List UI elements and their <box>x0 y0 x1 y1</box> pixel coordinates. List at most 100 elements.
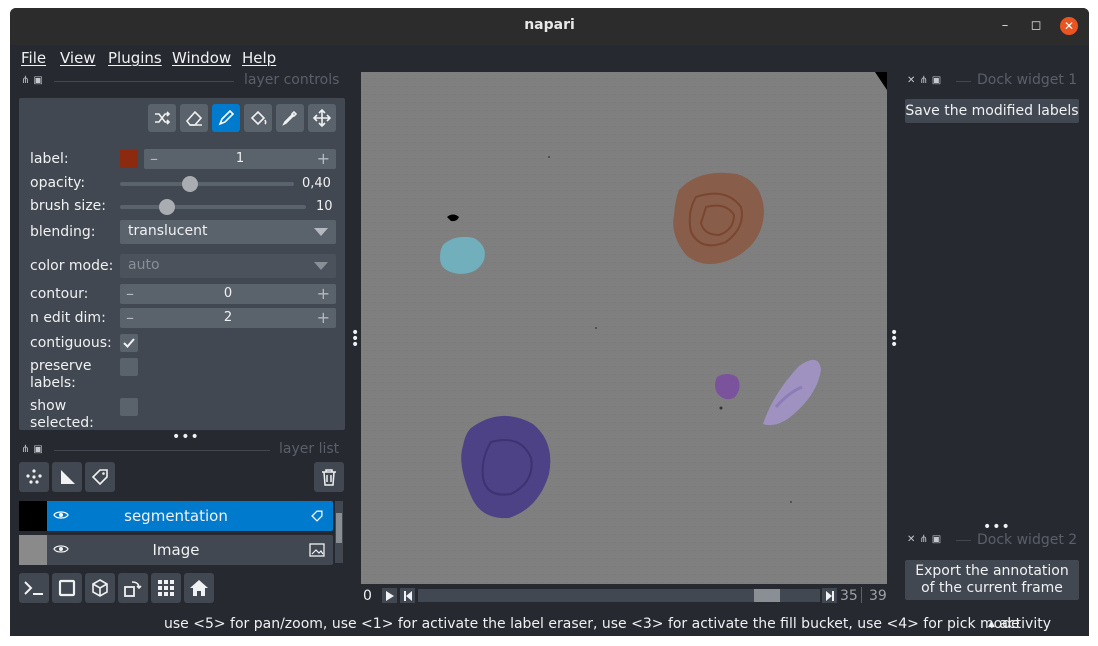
minimize-icon[interactable]: – <box>996 17 1014 35</box>
transpose-icon <box>124 581 142 597</box>
increment-icon[interactable]: + <box>317 308 330 327</box>
home-button[interactable] <box>184 573 214 603</box>
label-tag-icon <box>91 469 108 486</box>
checkmark-icon <box>123 338 135 348</box>
dock-header-icons[interactable]: ⋔▣ <box>21 444 47 455</box>
dims-slider-track[interactable] <box>418 589 820 602</box>
menu-help[interactable]: Help <box>242 49 276 67</box>
console-button[interactable] <box>19 573 49 603</box>
dock-header-icons[interactable]: ⋔▣ <box>21 75 47 86</box>
dock-header-icons[interactable]: ✕⋔▣ <box>907 75 945 86</box>
increment-icon[interactable]: + <box>317 284 330 303</box>
dims-slider-handle[interactable] <box>754 589 780 602</box>
preserve-labels-label-line1: preserve <box>30 358 92 374</box>
brush-size-value: 10 <box>316 199 333 214</box>
menu-window[interactable]: Window <box>172 49 231 67</box>
dock-divider <box>956 540 971 541</box>
step-back-icon <box>403 590 412 601</box>
menu-view[interactable]: View <box>60 49 96 67</box>
pan-zoom-button[interactable] <box>308 104 336 132</box>
fill-bucket-button[interactable] <box>244 104 272 132</box>
transpose-button[interactable] <box>118 573 148 603</box>
toggle-ndisplay-button[interactable] <box>52 573 82 603</box>
n-edit-dim-spinbox[interactable]: – 2 + <box>120 308 336 328</box>
shapes-icon <box>61 470 75 484</box>
status-message: use <5> for pan/zoom, use <1> for activa… <box>164 616 1020 632</box>
window-title: napari <box>524 17 575 33</box>
opacity-slider[interactable] <box>120 182 294 186</box>
shuffle-colors-button[interactable] <box>148 104 176 132</box>
color-mode-combo[interactable]: auto <box>120 254 336 278</box>
step-forward-button[interactable] <box>822 588 837 603</box>
brush-size-label: brush size: <box>30 198 106 214</box>
scrollbar-handle[interactable] <box>336 513 342 543</box>
color-picker-button[interactable] <box>276 104 304 132</box>
roll-dimensions-button[interactable] <box>85 573 115 603</box>
show-selected-checkbox[interactable] <box>120 398 138 416</box>
contour-spinbox[interactable]: – 0 + <box>120 284 336 304</box>
export-button-line1: Export the annotation <box>915 563 1069 579</box>
new-shapes-layer-button[interactable] <box>52 462 82 492</box>
dock-divider <box>956 81 971 82</box>
chevron-down-icon <box>314 228 328 236</box>
contour-value[interactable]: 0 <box>120 286 336 301</box>
shuffle-icon <box>155 111 171 125</box>
menu-bar: File View Plugins Window Help <box>10 45 1089 71</box>
splitter-handle[interactable]: ••• <box>172 429 200 445</box>
blending-value: translucent <box>128 223 208 239</box>
export-annotation-button[interactable]: Export the annotation of the current fra… <box>905 560 1079 600</box>
paint-brush-button[interactable] <box>212 104 240 132</box>
close-icon[interactable]: ✕ <box>1060 17 1078 35</box>
contiguous-checkbox[interactable] <box>120 334 138 352</box>
cube-icon <box>92 579 108 597</box>
right-splitter-handle[interactable]: • • • <box>890 326 898 352</box>
blending-combo[interactable]: translucent <box>120 220 336 244</box>
label-value[interactable]: 1 <box>144 151 336 166</box>
label-tag-icon <box>309 509 325 527</box>
new-points-layer-button[interactable] <box>19 462 49 492</box>
dock-divider <box>54 81 234 82</box>
chevron-down-icon <box>314 262 328 270</box>
brush-size-slider[interactable] <box>120 205 306 209</box>
increment-icon[interactable]: + <box>317 149 330 168</box>
menu-plugins[interactable]: Plugins <box>108 49 162 67</box>
save-labels-button[interactable]: Save the modified labels <box>905 99 1079 123</box>
chevron-up-icon: ▲ <box>988 619 995 629</box>
new-labels-layer-button[interactable] <box>85 462 115 492</box>
dock-divider <box>54 450 270 451</box>
paint-brush-icon <box>218 109 235 126</box>
left-splitter-handle[interactable]: • • • <box>351 326 359 352</box>
fill-bucket-icon <box>250 110 267 126</box>
n-edit-dim-value[interactable]: 2 <box>120 310 336 325</box>
layer-row-image[interactable]: Image <box>19 535 333 565</box>
show-selected-label-line2: selected: <box>30 415 94 431</box>
show-selected-label: show selected: <box>30 398 94 432</box>
activity-button[interactable]: ▲ activity <box>988 616 1051 632</box>
layer-list-scrollbar[interactable] <box>335 501 343 563</box>
layer-name[interactable]: Image <box>19 541 333 559</box>
layer-name[interactable]: segmentation <box>19 507 333 525</box>
maximize-icon[interactable]: ◻ <box>1027 17 1045 35</box>
eraser-button[interactable] <box>180 104 208 132</box>
label-label: label: <box>30 151 69 167</box>
grid-view-button[interactable] <box>151 573 181 603</box>
label-color-swatch[interactable] <box>120 150 138 168</box>
opacity-slider-handle[interactable] <box>181 176 198 192</box>
current-frame[interactable]: 35 <box>840 588 858 604</box>
dock-header-icons[interactable]: ✕⋔▣ <box>907 534 945 545</box>
step-back-button[interactable] <box>400 588 415 603</box>
delete-layer-button[interactable] <box>314 462 344 492</box>
play-button[interactable] <box>382 588 397 603</box>
menu-file[interactable]: File <box>21 49 46 67</box>
label-spinbox[interactable]: – 1 + <box>144 149 336 169</box>
frame-divider <box>861 587 862 603</box>
home-icon <box>190 580 208 596</box>
contour-label: contour: <box>30 286 89 302</box>
dock-widget-1-title: Dock widget 1 <box>977 72 1078 88</box>
preserve-labels-checkbox[interactable] <box>120 358 138 376</box>
color-mode-value: auto <box>128 257 160 273</box>
brush-size-slider-handle[interactable] <box>159 199 175 215</box>
preserve-labels-label: preserve labels: <box>30 358 92 392</box>
viewer-canvas[interactable] <box>361 72 887 584</box>
layer-row-segmentation[interactable]: segmentation <box>19 501 333 531</box>
